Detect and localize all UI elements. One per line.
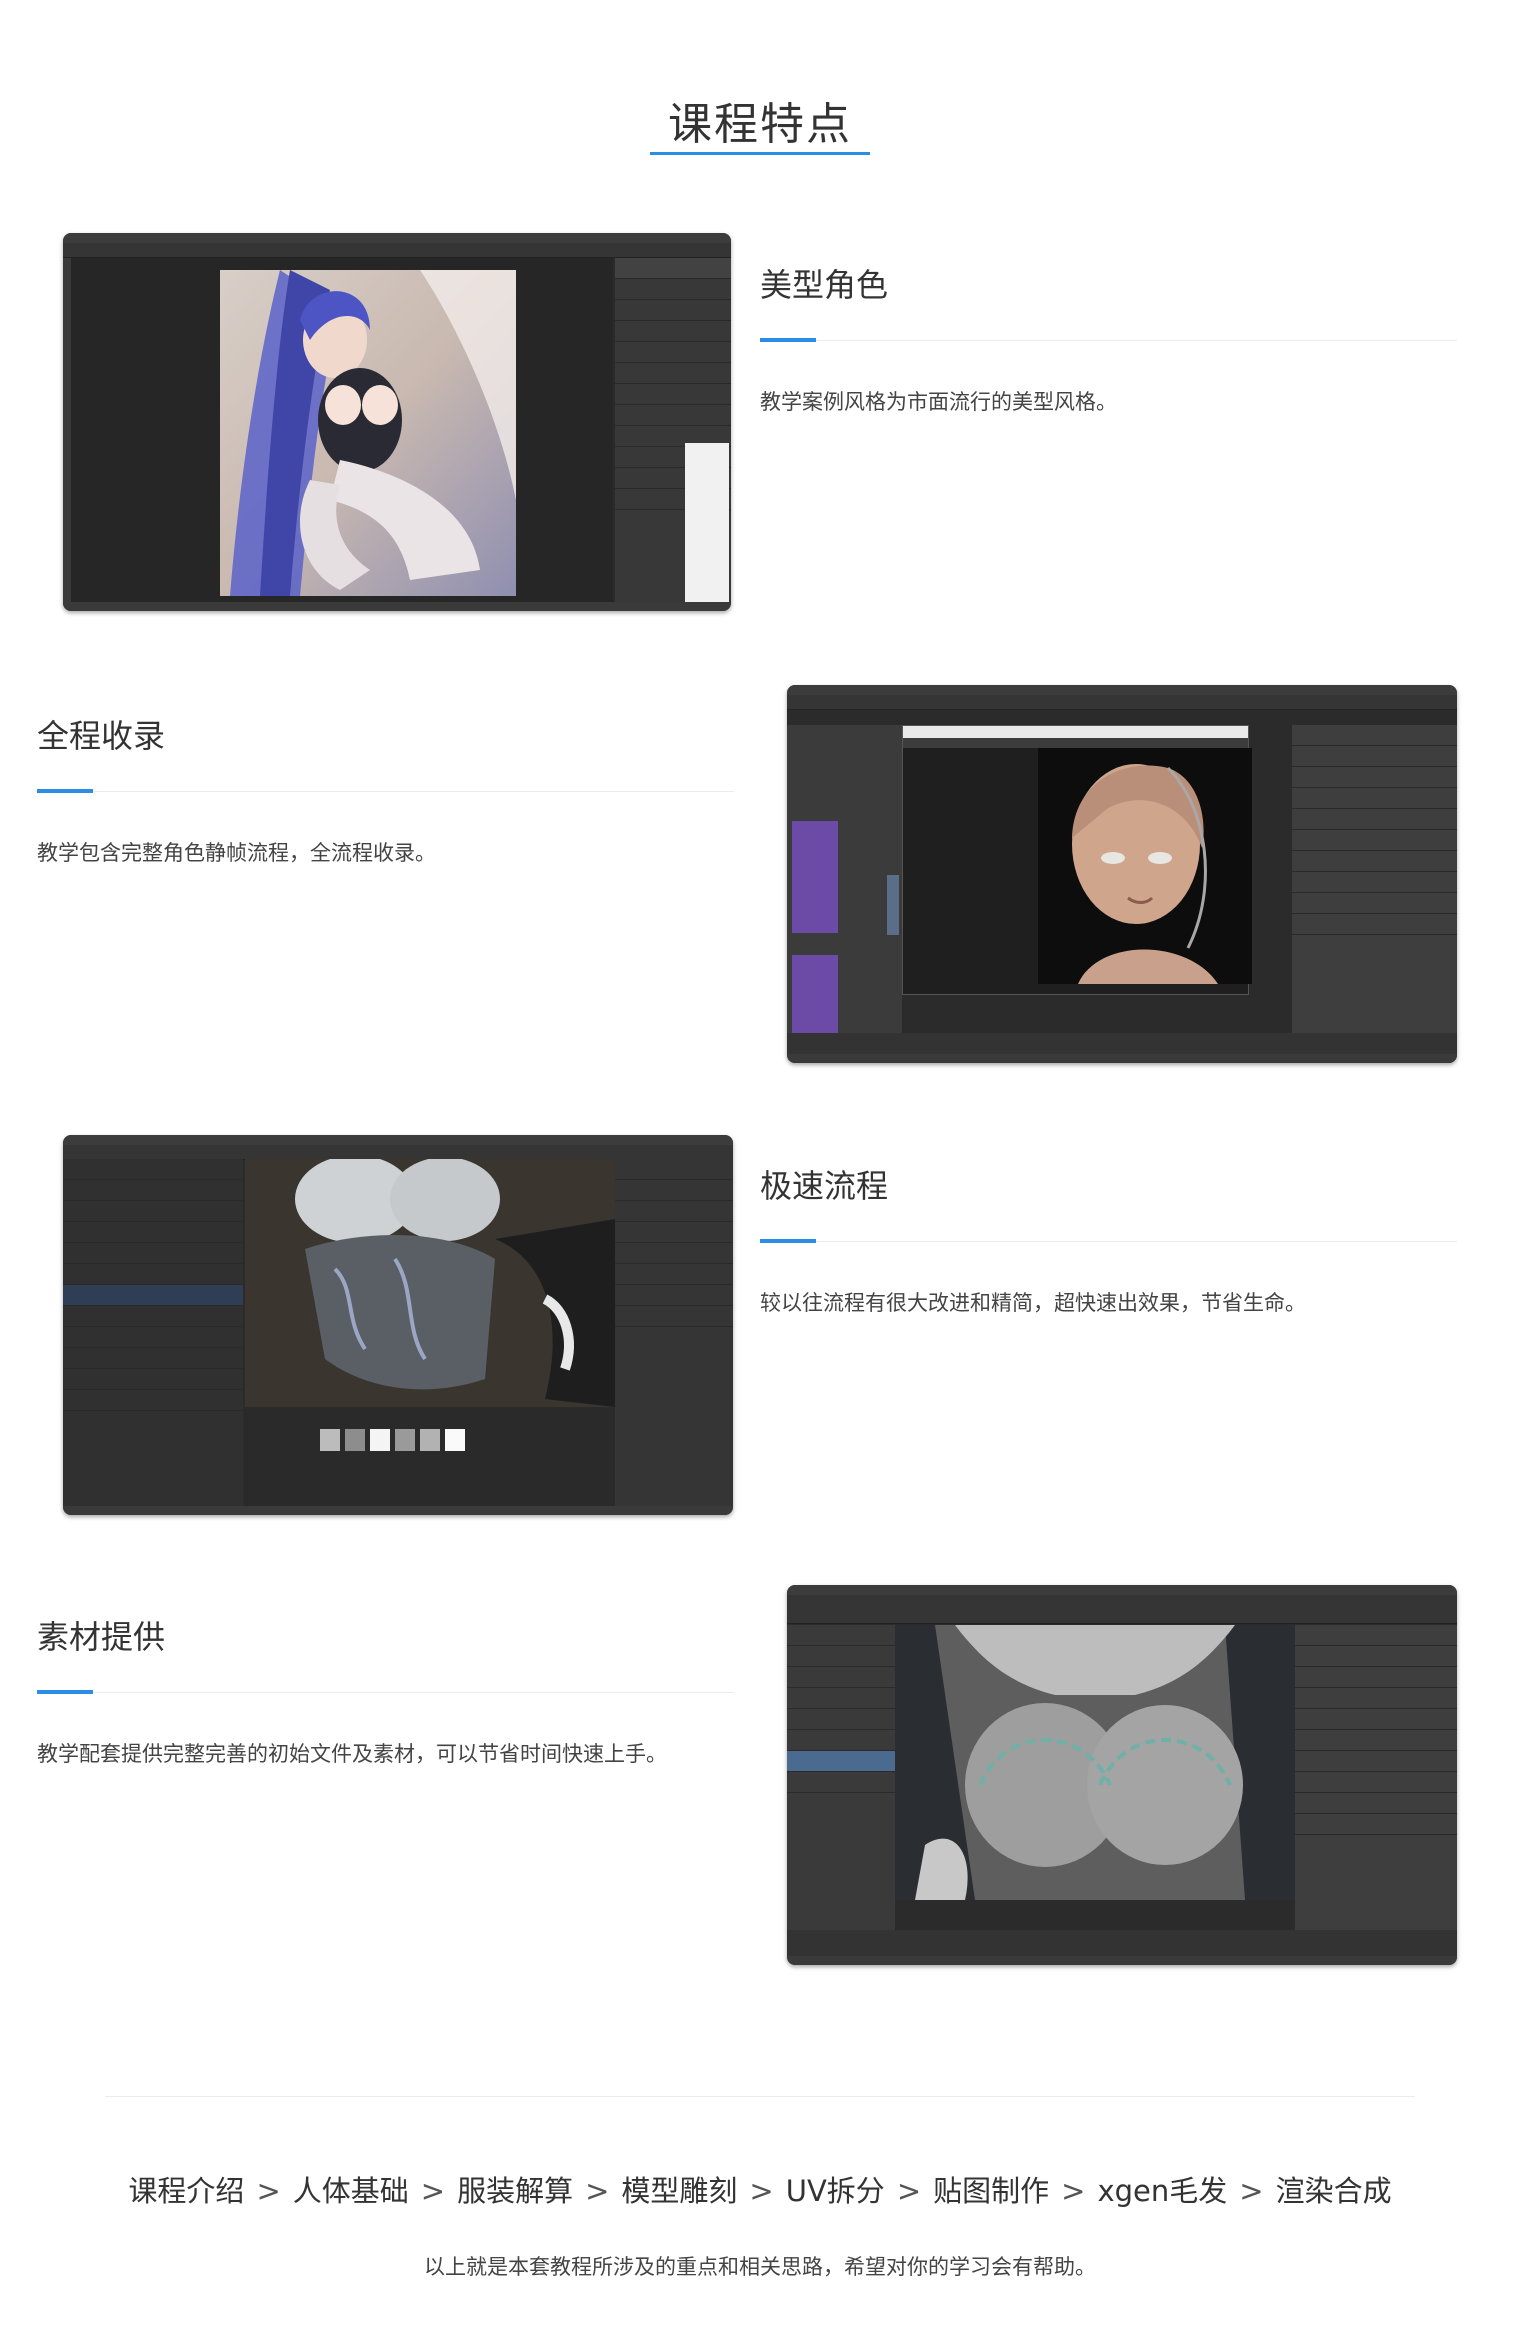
course-step: 模型雕刻 [621, 2174, 738, 2208]
feature-title: 全程收录 [37, 717, 166, 755]
sculpt-model-render [895, 1625, 1295, 1900]
app-menubar [63, 233, 731, 243]
closing-text: 以上就是本套教程所涉及的重点和相关思路，希望对你的学习会有帮助。 [424, 2255, 1096, 2279]
feature-accent-bar [760, 1239, 816, 1243]
substance-painter-texturing-screenshot [63, 1135, 733, 1515]
feature-full-process: 全程收录 教学包含完整角色静帧流程，全流程收录。 [37, 711, 734, 871]
shelf-panel [245, 1409, 615, 1506]
path-separator: > [585, 2174, 610, 2208]
feature-materials-provided: 素材提供 教学配套提供完整完善的初始文件及素材，可以节省时间快速上手。 [37, 1612, 734, 1772]
photoshop-character-screenshot [63, 233, 731, 611]
section-header: 课程特点 [0, 88, 1520, 152]
attribute-editor-panel [1295, 1625, 1457, 1930]
attribute-editor-panel [1292, 725, 1457, 1033]
feature-divider [37, 1692, 734, 1693]
course-step: 服装解算 [457, 2174, 574, 2208]
timeline [787, 1930, 1457, 1956]
feature-description: 较以往流程有很大改进和精简，超快速出效果，节省生命。 [760, 1291, 1306, 1315]
app-menubar [63, 1135, 733, 1145]
viewport-3d [245, 1155, 615, 1407]
feature-title: 素材提供 [37, 1618, 166, 1656]
feature-title: 美型角色 [760, 266, 889, 304]
head-render [1038, 748, 1252, 984]
app-statusbar [63, 602, 731, 611]
feature-divider [760, 340, 1457, 341]
course-step: 人体基础 [292, 2174, 409, 2208]
canvas-area [71, 258, 613, 602]
path-separator: > [420, 2174, 446, 2208]
title-underline [650, 152, 870, 155]
feature-accent-bar [37, 1690, 93, 1694]
course-step: 渲染合成 [1275, 2174, 1392, 2208]
timeline [787, 1033, 1457, 1054]
app-toolbar [787, 1595, 1457, 1624]
course-step: xgen毛发 [1097, 2174, 1228, 2208]
tool-strip [63, 258, 71, 602]
app-menubar [787, 1585, 1457, 1595]
app-statusbar [63, 1506, 733, 1515]
course-step: 课程介绍 [128, 2174, 245, 2208]
path-separator: > [896, 2174, 922, 2208]
feature-accent-bar [37, 789, 93, 793]
feature-description: 教学案例风格为市面流行的美型风格。 [760, 390, 1117, 414]
outliner-panel [787, 1625, 895, 1930]
feature-accent-bar [760, 338, 816, 342]
node-editor-panel [787, 725, 902, 1035]
feature-description: 教学包含完整角色静帧流程，全流程收录。 [37, 841, 436, 865]
path-separator: > [749, 2174, 774, 2208]
app-statusbar [787, 1054, 1457, 1063]
viewport-3d [895, 1625, 1295, 1900]
render-view-window [902, 725, 1252, 995]
corset-model-render [245, 1155, 615, 1407]
path-separator: > [1061, 2174, 1086, 2208]
path-separator: > [256, 2174, 281, 2208]
feature-description: 教学配套提供完整完善的初始文件及素材，可以节省时间快速上手。 [37, 1742, 667, 1766]
feature-title: 极速流程 [760, 1167, 889, 1205]
app-menubar [787, 685, 1457, 695]
course-path: 课程介绍 > 人体基础 > 服装解算 > 模型雕刻 > UV拆分 > 贴图制作 > xgen毛发 > 渲染合… [0, 2168, 1520, 2210]
app-toolbar [787, 695, 1457, 710]
app-statusbar [787, 1956, 1457, 1965]
layer-stack-panel [63, 1159, 243, 1506]
page-title: 课程特点 [668, 99, 852, 150]
section-divider [105, 2096, 1415, 2097]
feature-divider [760, 1241, 1457, 1242]
course-step: 贴图制作 [933, 2174, 1050, 2208]
context-menu [685, 443, 729, 603]
feature-fast-workflow: 极速流程 较以往流程有很大改进和精简，超快速出效果，节省生命。 [760, 1161, 1457, 1321]
feature-character-style: 美型角色 教学案例风格为市面流行的美型风格。 [760, 260, 1457, 420]
app-toolbar [63, 1145, 733, 1160]
path-separator: > [1239, 2174, 1264, 2208]
character-render [220, 270, 516, 596]
properties-panel [615, 1159, 733, 1506]
maya-node-editor-render-screenshot [787, 685, 1457, 1063]
course-step: UV拆分 [785, 2174, 885, 2208]
feature-divider [37, 791, 734, 792]
app-toolbar [63, 243, 731, 258]
maya-modeling-viewport-screenshot [787, 1585, 1457, 1965]
